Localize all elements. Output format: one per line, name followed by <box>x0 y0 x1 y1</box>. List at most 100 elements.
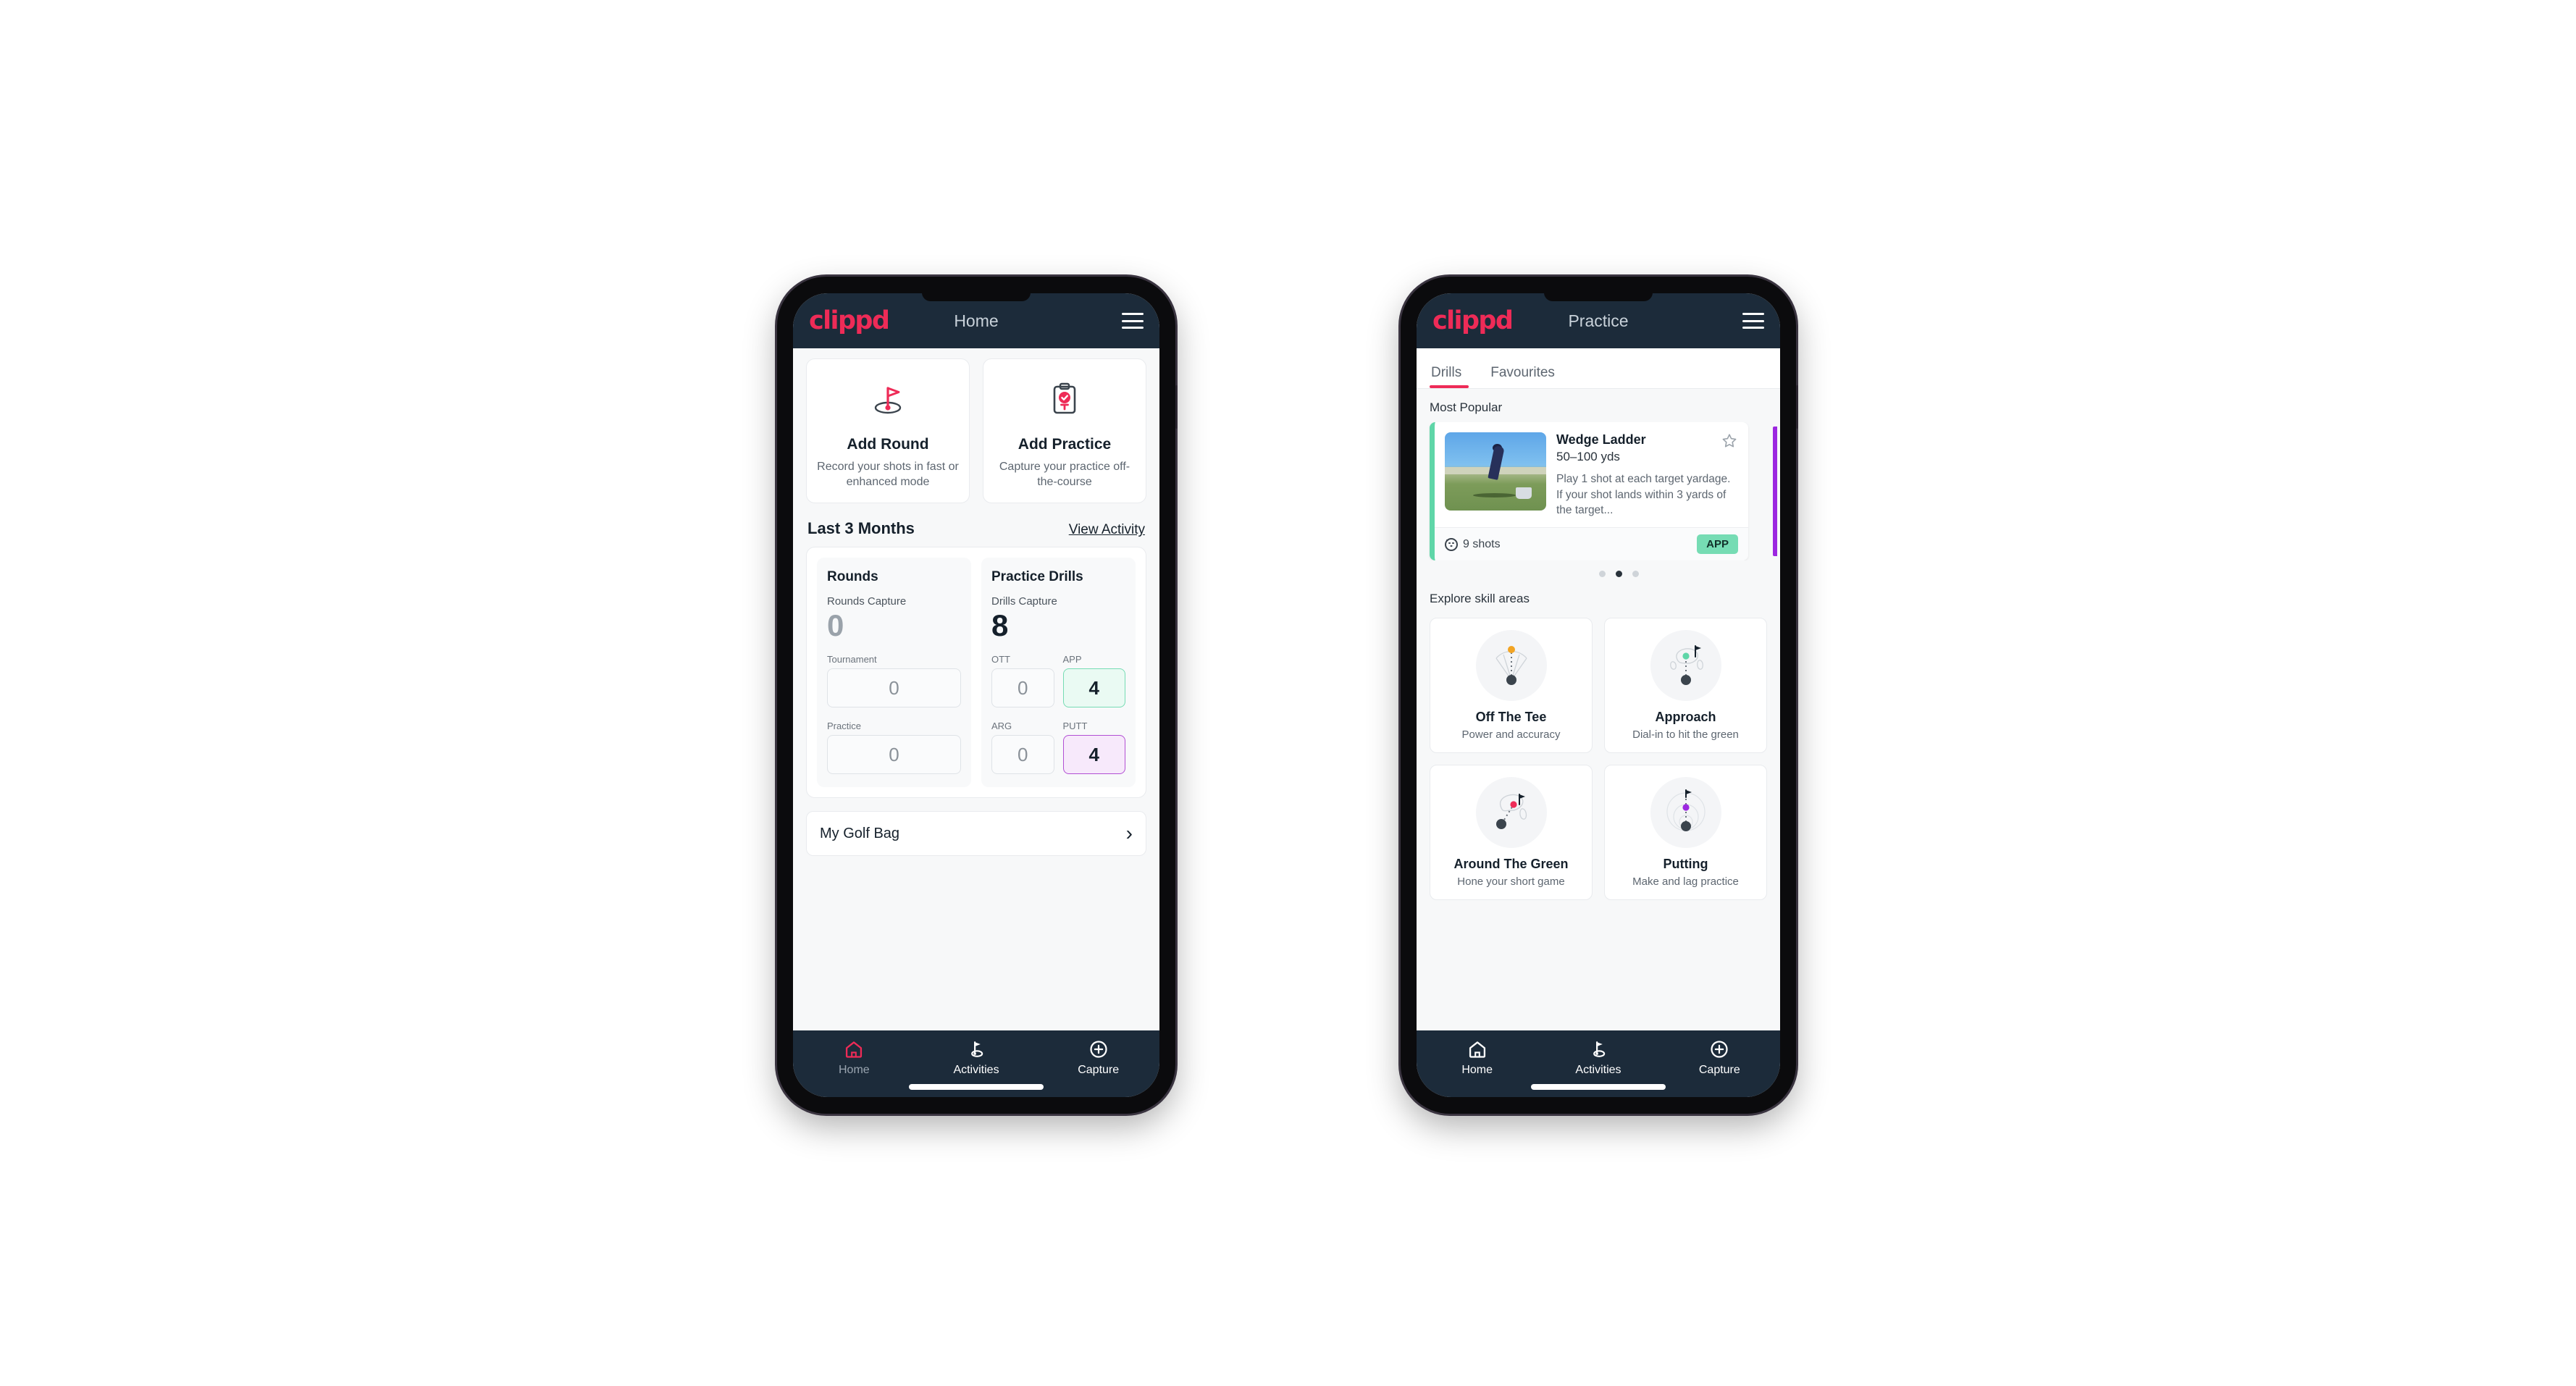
drill-card-top: Wedge Ladder 50–100 yds Play 1 shot at e… <box>1435 422 1748 527</box>
rounds-capture-label: Rounds Capture <box>827 595 907 608</box>
section-title: Last 3 Months <box>807 519 915 538</box>
drill-yardage: 50–100 yds <box>1556 450 1620 463</box>
add-round-title: Add Round <box>847 436 929 453</box>
drill-shots: 9 shots <box>1445 537 1501 551</box>
phone-screen-practice: clippd Practice Drills Favourites Most P… <box>1417 293 1780 1097</box>
drills-capture-value: 8 <box>991 608 1009 643</box>
practice-tabs: Drills Favourites <box>1417 348 1780 389</box>
practice-drills-column: Practice Drills Drills Capture 8 OTT 0 A… <box>981 558 1136 788</box>
my-golf-bag-label: My Golf Bag <box>820 825 900 841</box>
ott-app-row: OTT 0 APP 4 <box>991 641 1125 708</box>
skill-card-putting[interactable]: Putting Make and lag practice <box>1604 765 1767 901</box>
drills-capture-label: Drills Capture <box>991 595 1057 608</box>
arg-value[interactable]: 0 <box>991 735 1054 775</box>
skill-card-around-the-green[interactable]: Around The Green Hone your short game <box>1430 765 1593 901</box>
phone-side-button <box>1175 385 1178 429</box>
app-bar: clippd Practice <box>1417 293 1780 348</box>
golf-ball-icon <box>1445 537 1458 551</box>
drill-category-chip: APP <box>1697 534 1738 555</box>
home-indicator <box>1531 1084 1666 1090</box>
my-golf-bag-row[interactable]: My Golf Bag › <box>806 811 1146 857</box>
bottom-nav-home: Home Activities Capture <box>793 1030 1159 1097</box>
carousel-dots <box>1457 560 1780 580</box>
nav-label-home: Home <box>1461 1064 1493 1076</box>
rounds-capture-value: 0 <box>827 608 844 643</box>
skill-name: Approach <box>1655 710 1716 725</box>
hamburger-icon[interactable] <box>1122 313 1144 329</box>
phone-mockup-home: clippd Home Add Round Record your shots … <box>777 277 1178 1114</box>
drill-card-footer: 9 shots APP <box>1435 527 1748 561</box>
tournament-label: Tournament <box>827 654 877 665</box>
home-icon <box>1469 1041 1485 1058</box>
hamburger-icon[interactable] <box>1742 313 1764 329</box>
nav-item-activities[interactable]: Activities <box>1537 1039 1658 1077</box>
app-label: APP <box>1062 654 1082 665</box>
next-card-peek[interactable] <box>1773 422 1780 560</box>
drill-card[interactable]: Wedge Ladder 50–100 yds Play 1 shot at e… <box>1430 422 1748 561</box>
skill-subtitle: Hone your short game <box>1457 875 1565 889</box>
skill-subtitle: Make and lag practice <box>1632 875 1739 889</box>
carousel-dot-active[interactable] <box>1615 571 1622 578</box>
carousel-dot[interactable] <box>1632 571 1639 578</box>
practice-scroll-body: Most Popular Wedge Ladder 50–100 yds Pla… <box>1417 389 1780 1030</box>
putt-label: PUTT <box>1062 721 1088 732</box>
plus-circle-icon <box>1090 1041 1107 1058</box>
skill-subtitle: Dial-in to hit the green <box>1632 728 1739 742</box>
stats-card: Rounds Rounds Capture 0 Tournament 0 Pra… <box>806 547 1146 799</box>
drill-thumbnail <box>1445 432 1546 511</box>
tee-fan-icon <box>1475 630 1547 702</box>
nav-item-home[interactable]: Home <box>1417 1039 1537 1077</box>
tab-drills[interactable]: Drills <box>1430 365 1476 388</box>
tab-favourites[interactable]: Favourites <box>1476 365 1569 388</box>
golf-flag-icon <box>1593 1041 1606 1057</box>
skill-card-off-the-tee[interactable]: Off The Tee Power and accuracy <box>1430 618 1593 754</box>
home-icon <box>846 1041 863 1058</box>
ott-value[interactable]: 0 <box>991 668 1054 708</box>
phone-notch <box>1544 293 1653 301</box>
rounds-title: Rounds <box>827 569 878 585</box>
drill-shots-label: 9 shots <box>1463 537 1501 550</box>
golf-flag-icon <box>971 1041 983 1057</box>
nav-label-activities: Activities <box>1575 1064 1621 1076</box>
phone-mockup-practice: clippd Practice Drills Favourites Most P… <box>1401 277 1798 1114</box>
tab-favourites-label: Favourites <box>1490 365 1555 380</box>
nav-item-capture[interactable]: Capture <box>1659 1039 1780 1077</box>
drill-info: Wedge Ladder 50–100 yds Play 1 shot at e… <box>1556 432 1738 518</box>
carousel-dot[interactable] <box>1598 571 1606 578</box>
nav-item-activities[interactable]: Activities <box>915 1039 1038 1077</box>
nav-label-capture: Capture <box>1078 1064 1120 1076</box>
add-round-subtitle: Record your shots in fast or enhanced mo… <box>817 461 959 489</box>
view-activity-link[interactable]: View Activity <box>1069 522 1145 538</box>
nav-item-home[interactable]: Home <box>793 1039 915 1077</box>
arg-label: ARG <box>991 721 1012 732</box>
skill-subtitle: Power and accuracy <box>1461 728 1561 742</box>
golf-flag-icon <box>868 375 908 423</box>
last-3-months-header: Last 3 Months View Activity <box>793 503 1159 547</box>
drill-header: Wedge Ladder 50–100 yds <box>1556 432 1738 464</box>
tab-drills-label: Drills <box>1431 365 1462 380</box>
add-practice-title: Add Practice <box>1018 436 1112 453</box>
practice-value[interactable]: 0 <box>827 735 961 775</box>
clipboard-check-icon <box>1044 375 1085 423</box>
drill-description: Play 1 shot at each target yardage. If y… <box>1556 473 1731 517</box>
skill-card-approach[interactable]: Approach Dial-in to hit the green <box>1604 618 1767 754</box>
clippd-logo[interactable]: clippd <box>1432 308 1514 334</box>
phone-side-button <box>1796 385 1798 429</box>
skill-name: Off The Tee <box>1475 710 1547 725</box>
drill-carousel[interactable]: Wedge Ladder 50–100 yds Play 1 shot at e… <box>1417 422 1780 561</box>
practice-label: Practice <box>827 721 861 732</box>
skill-name: Around The Green <box>1453 857 1569 872</box>
clippd-logo[interactable]: clippd <box>809 308 890 334</box>
ott-label: OTT <box>991 654 1010 665</box>
add-round-card[interactable]: Add Round Record your shots in fast or e… <box>806 358 970 504</box>
app-value[interactable]: 4 <box>1062 668 1125 708</box>
add-practice-subtitle: Capture your practice off-the-course <box>999 461 1130 489</box>
most-popular-label: Most Popular <box>1430 400 1503 414</box>
quick-actions-row: Add Round Record your shots in fast or e… <box>793 348 1159 504</box>
star-outline-icon[interactable] <box>1721 432 1738 453</box>
screenshot-canvas: clippd Home Add Round Record your shots … <box>0 0 2576 1386</box>
add-practice-card[interactable]: Add Practice Capture your practice off-t… <box>983 358 1146 504</box>
tournament-value[interactable]: 0 <box>827 668 961 708</box>
nav-item-capture[interactable]: Capture <box>1037 1039 1159 1077</box>
putt-value[interactable]: 4 <box>1062 735 1125 775</box>
